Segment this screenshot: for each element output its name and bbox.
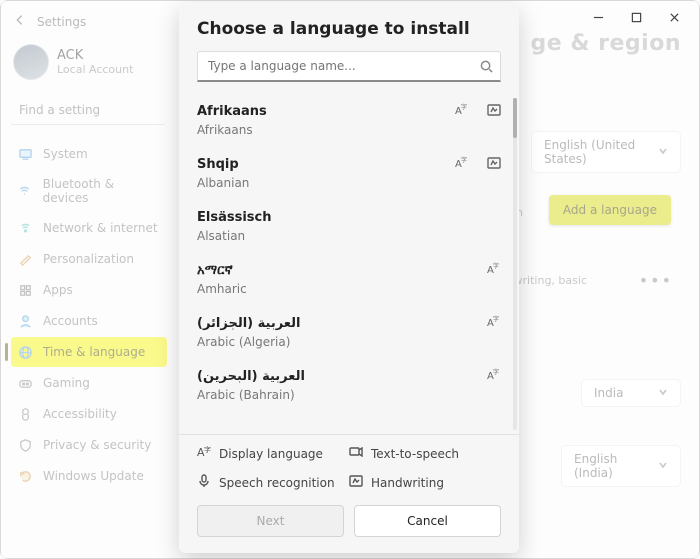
scrollbar[interactable] [513, 98, 517, 430]
language-english-name: Amharic [197, 282, 503, 296]
nav-label: Privacy & security [43, 438, 151, 452]
nav-label: Time & language [43, 345, 145, 359]
text-to-speech-icon: A字 [487, 367, 501, 386]
sidebar-item-time-language[interactable]: Time & language [11, 337, 167, 367]
sidebar-item-accessibility[interactable]: Accessibility [11, 399, 167, 429]
cancel-button[interactable]: Cancel [354, 505, 501, 537]
choose-language-dialog: Choose a language to install AfrikaansAf… [179, 3, 519, 553]
regional-format-dropdown[interactable]: English (India) [561, 445, 681, 487]
find-setting-input[interactable] [11, 96, 165, 125]
country-value: India [594, 386, 623, 400]
nav-label: Accessibility [43, 407, 117, 421]
nav-label: Personalization [43, 252, 134, 266]
nav-label: Network & internet [43, 221, 158, 235]
maximize-button[interactable] [619, 5, 653, 29]
add-a-language-button[interactable]: Add a language [549, 195, 671, 225]
nav-label: System [43, 147, 88, 161]
next-button[interactable]: Next [197, 505, 344, 537]
profile-account-type: Local Account [57, 63, 133, 76]
nav-icon [17, 468, 33, 484]
country-dropdown[interactable]: India [581, 379, 681, 407]
profile-name: ACK [57, 48, 133, 63]
svg-text:字: 字 [461, 156, 467, 164]
close-button[interactable] [657, 5, 691, 29]
dialog-title: Choose a language to install [179, 3, 519, 51]
sidebar-item-personalization[interactable]: Personalization [11, 244, 167, 274]
speech-recognition-icon [197, 474, 211, 491]
sidebar-item-accounts[interactable]: Accounts [11, 306, 167, 336]
windows-display-language-dropdown[interactable]: English (United States) [531, 131, 681, 173]
svg-text:字: 字 [493, 315, 499, 323]
language-option[interactable]: AfrikaansAfrikaansA字 [197, 94, 503, 147]
sidebar-item-bluetooth-devices[interactable]: Bluetooth & devices [11, 170, 167, 212]
nav-label: Apps [43, 283, 73, 297]
text-to-speech-icon [349, 445, 363, 462]
svg-text:字: 字 [493, 262, 499, 270]
text-to-speech-icon: A字 [487, 261, 501, 280]
language-option[interactable]: العربية (الجزائر) Arabic (Algeria) A字 [197, 306, 503, 359]
handwriting-icon [487, 102, 501, 121]
language-native-name: العربية (الجزائر) [197, 316, 503, 331]
language-option[interactable]: Elsässisch Alsatian [197, 200, 503, 253]
language-option[interactable]: ShqipAlbanianA字 [197, 147, 503, 200]
text-to-speech-icon: A字 [455, 102, 469, 121]
nav-icon [17, 437, 33, 453]
more-options-button[interactable]: ••• [639, 271, 673, 290]
nav-icon [17, 183, 33, 199]
nav-label: Accounts [43, 314, 98, 328]
sidebar-item-windows-update[interactable]: Windows Update [11, 461, 167, 491]
language-list[interactable]: AfrikaansAfrikaansA字ShqipAlbanianA字Elsäs… [197, 94, 513, 434]
chevron-down-icon [658, 459, 668, 473]
nav-label: Bluetooth & devices [43, 177, 161, 205]
display-language-value: English (United States) [544, 138, 650, 166]
svg-text:字: 字 [204, 445, 211, 454]
language-native-name: አማርኛ [197, 263, 503, 278]
nav-label: Gaming [43, 376, 90, 390]
nav-icon [17, 146, 33, 162]
handwriting-icon [487, 155, 501, 174]
nav-icon [17, 220, 33, 236]
sidebar-item-system[interactable]: System [11, 139, 167, 169]
handwriting-icon [349, 474, 363, 491]
settings-sidebar: Settings ACK Local Account System Bluetoo… [1, 1, 173, 558]
nav-label: Windows Update [43, 469, 144, 483]
language-english-name: Arabic (Algeria) [197, 335, 503, 349]
nav-icon [17, 344, 33, 360]
sidebar-item-privacy-security[interactable]: Privacy & security [11, 430, 167, 460]
display-language-icon: A字 [197, 445, 211, 462]
nav-icon [17, 313, 33, 329]
avatar[interactable] [13, 44, 49, 80]
language-option[interactable]: አማርኛ Amharic A字 [197, 253, 503, 306]
sidebar-item-gaming[interactable]: Gaming [11, 368, 167, 398]
language-english-name: Alsatian [197, 229, 503, 243]
minimize-button[interactable] [581, 5, 615, 29]
regional-format-value: English (India) [574, 452, 650, 480]
nav-icon [17, 375, 33, 391]
language-english-name: Afrikaans [197, 123, 503, 137]
window-title: Settings [37, 15, 86, 29]
language-option[interactable]: العربية (البحرين) Arabic (Bahrain) A字 [197, 359, 503, 412]
feature-legend: A字Display language Text-to-speech Speech… [179, 434, 519, 493]
language-english-name: Albanian [197, 176, 503, 190]
svg-text:字: 字 [461, 103, 467, 111]
language-search-input[interactable] [197, 51, 501, 82]
search-icon [480, 58, 493, 77]
sidebar-item-network-internet[interactable]: Network & internet [11, 213, 167, 243]
language-english-name: Arabic (Bahrain) [197, 388, 503, 402]
text-to-speech-icon: A字 [455, 155, 469, 174]
chevron-down-icon [658, 145, 668, 159]
nav-icon [17, 406, 33, 422]
language-native-name: Elsässisch [197, 210, 503, 225]
chevron-down-icon [658, 386, 668, 400]
nav-list: System Bluetooth & devices Network & inter… [11, 139, 167, 491]
back-button[interactable] [13, 13, 27, 30]
sidebar-item-apps[interactable]: Apps [11, 275, 167, 305]
text-to-speech-icon: A字 [487, 314, 501, 333]
svg-text:字: 字 [493, 368, 499, 376]
nav-icon [17, 251, 33, 267]
language-native-name: العربية (البحرين) [197, 369, 503, 384]
nav-icon [17, 282, 33, 298]
scrollbar-thumb[interactable] [513, 98, 517, 138]
